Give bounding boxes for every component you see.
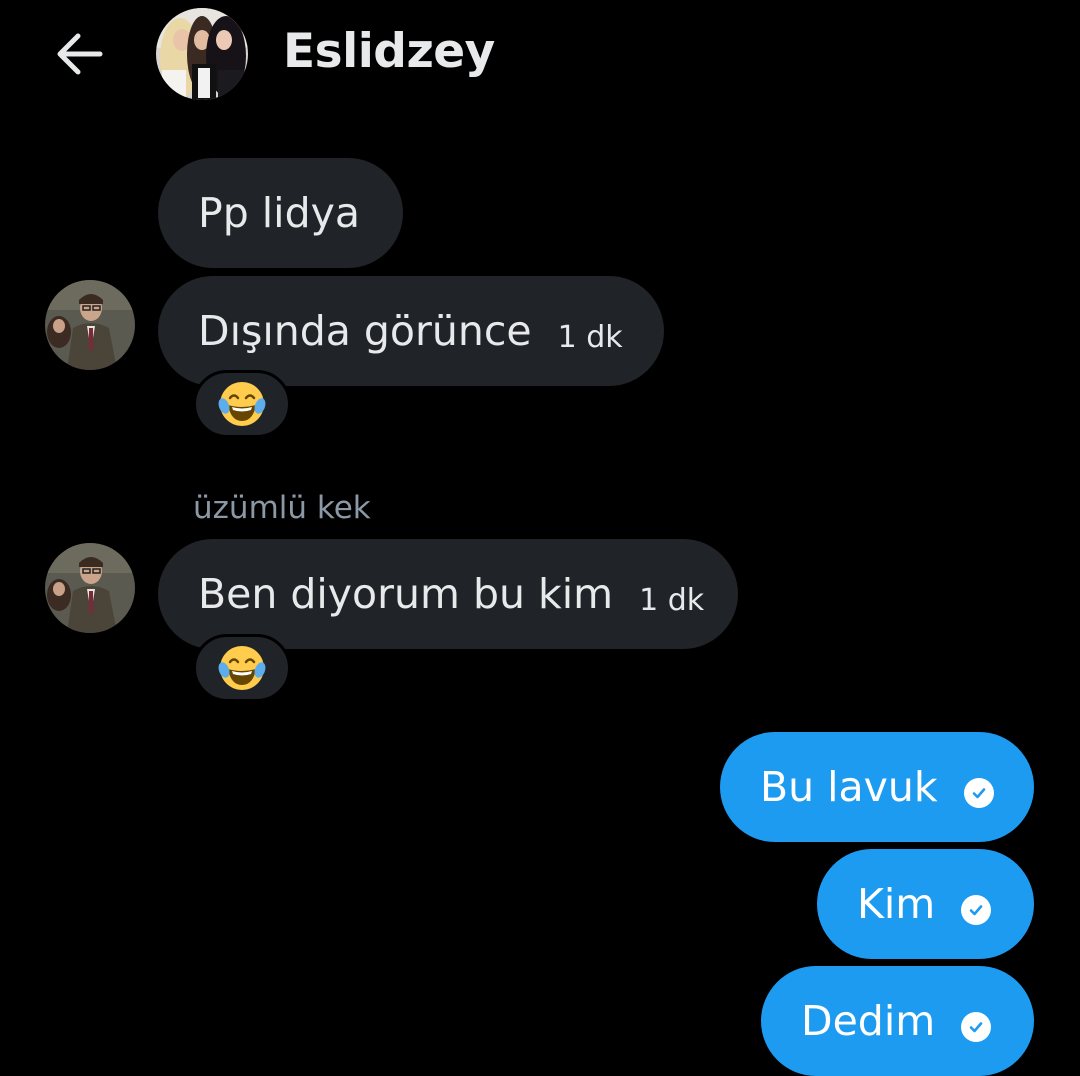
sender-avatar[interactable] — [45, 543, 135, 633]
laughing-tears-emoji-icon — [218, 646, 266, 690]
arrow-left-icon — [57, 33, 103, 75]
sender-name: üzümlü kek — [193, 490, 371, 526]
message-text: Dedim — [801, 997, 936, 1045]
message-timestamp: 1 dk — [557, 319, 623, 355]
laughing-tears-emoji-icon — [218, 382, 266, 426]
back-button[interactable] — [48, 28, 112, 80]
sender-avatar[interactable] — [45, 280, 135, 370]
check-circle-icon — [963, 778, 994, 808]
message-text: Dışında görünce — [198, 307, 532, 355]
outgoing-message[interactable]: Bu lavuk — [720, 732, 1034, 842]
incoming-message[interactable]: Pp lidya — [158, 158, 403, 268]
group-avatar[interactable] — [156, 8, 248, 100]
message-text: Bu lavuk — [760, 763, 938, 811]
reaction-badge[interactable] — [193, 634, 291, 702]
conversation-title: Eslidzey — [283, 24, 495, 79]
message-text: Pp lidya — [198, 189, 360, 237]
check-circle-icon — [961, 1012, 992, 1042]
outgoing-message[interactable]: Dedim — [761, 966, 1034, 1076]
message-text: Ben diyorum bu kim — [198, 570, 614, 618]
message-text: Kim — [857, 880, 936, 928]
message-timestamp: 1 dk — [639, 582, 705, 618]
outgoing-message[interactable]: Kim — [817, 849, 1034, 959]
reaction-badge[interactable] — [193, 370, 291, 438]
incoming-message[interactable]: Ben diyorum bu kim 1 dk — [158, 539, 738, 649]
check-circle-icon — [961, 895, 992, 925]
